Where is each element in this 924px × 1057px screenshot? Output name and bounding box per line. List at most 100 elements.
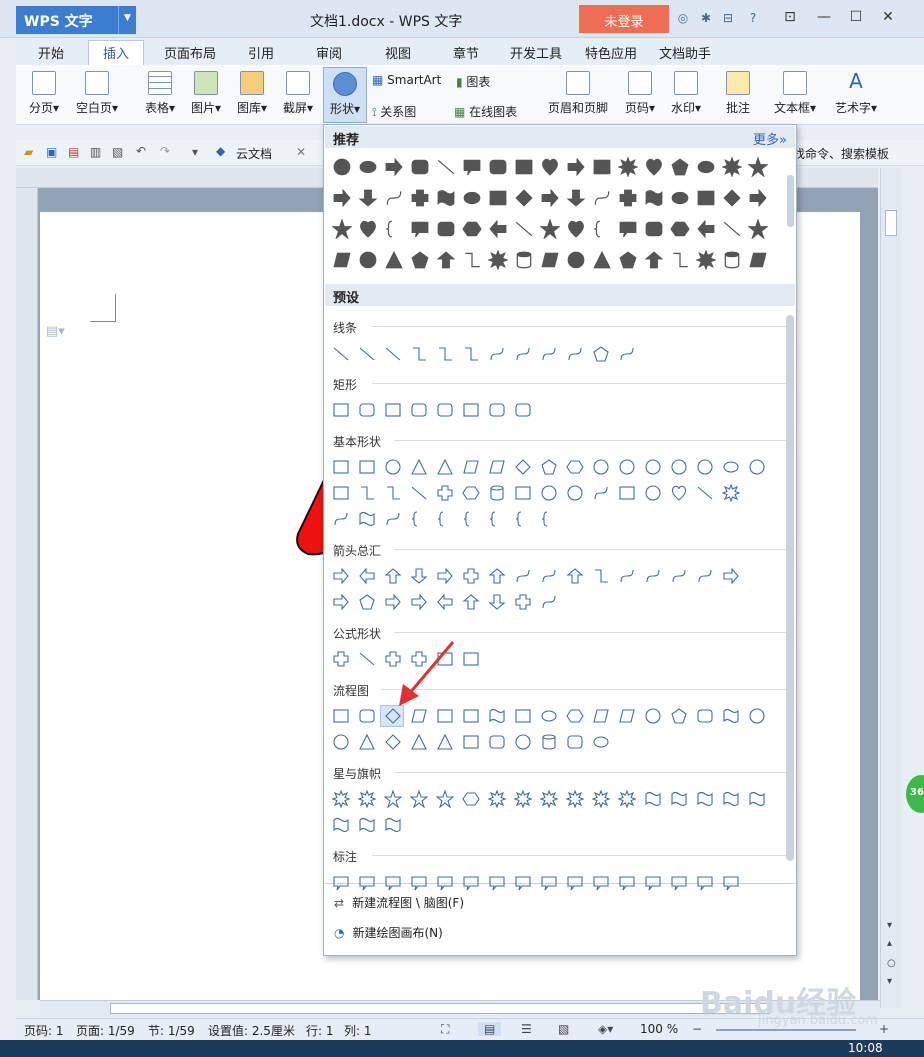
- circle-shape-icon[interactable]: [748, 458, 766, 476]
- pdf-icon[interactable]: ▤: [68, 145, 79, 159]
- tab-start[interactable]: 开始: [38, 43, 64, 62]
- darrow-shape-icon[interactable]: [410, 567, 428, 585]
- hex-shape-icon[interactable]: [462, 484, 480, 502]
- arrow-shape-icon[interactable]: [436, 567, 454, 585]
- rrect-shape-icon[interactable]: [358, 707, 376, 725]
- hscroll-thumb[interactable]: [110, 1003, 770, 1014]
- curve-shape-icon[interactable]: [514, 567, 532, 585]
- arrow-shape-icon[interactable]: [540, 188, 560, 208]
- rrect-shape-icon[interactable]: [488, 401, 506, 419]
- rect-shape-icon[interactable]: [436, 707, 454, 725]
- line-shape-icon[interactable]: [410, 484, 428, 502]
- elbow-shape-icon[interactable]: [592, 567, 610, 585]
- rrect-shape-icon[interactable]: [410, 401, 428, 419]
- elbow-shape-icon[interactable]: [462, 345, 480, 363]
- star-shape-icon[interactable]: [540, 219, 560, 239]
- hex-shape-icon[interactable]: [566, 458, 584, 476]
- pent-shape-icon[interactable]: [670, 707, 688, 725]
- callout-shape-icon[interactable]: [644, 874, 662, 892]
- tab-insert[interactable]: 插入: [88, 40, 145, 66]
- smartart-button[interactable]: ▦ SmartArt: [372, 73, 441, 87]
- burst-shape-icon[interactable]: [358, 790, 376, 808]
- vertical-scrollbar[interactable]: ▾ ▴ ○ ▾: [880, 168, 902, 1008]
- elbow-shape-icon[interactable]: [436, 345, 454, 363]
- gallery-button[interactable]: 图库▾: [232, 71, 272, 116]
- wave-shape-icon[interactable]: [644, 790, 662, 808]
- page-number-button[interactable]: 页码▾: [618, 71, 662, 116]
- para-shape-icon[interactable]: [410, 707, 428, 725]
- larrow-shape-icon[interactable]: [696, 219, 716, 239]
- relation-chart-button[interactable]: ⟟ 关系图: [372, 103, 416, 120]
- circle-shape-icon[interactable]: [332, 733, 350, 751]
- diamond-shape-icon[interactable]: [514, 188, 534, 208]
- chart-button[interactable]: ▮ 图表: [456, 73, 490, 90]
- rect-shape-icon[interactable]: [384, 401, 402, 419]
- uarrow-shape-icon[interactable]: [384, 567, 402, 585]
- rect-shape-icon[interactable]: [618, 484, 636, 502]
- blank-page-button[interactable]: 空白页▾: [70, 71, 124, 116]
- plus-shape-icon[interactable]: [618, 188, 638, 208]
- outline-view-icon[interactable]: ☰: [521, 1022, 532, 1036]
- brace-shape-icon[interactable]: [462, 510, 480, 528]
- undo-icon[interactable]: ↶: [136, 144, 146, 158]
- callout-shape-icon[interactable]: [488, 874, 506, 892]
- tri-shape-icon[interactable]: [592, 250, 612, 270]
- para-shape-icon[interactable]: [488, 458, 506, 476]
- reading-view-icon[interactable]: ◈▾: [598, 1022, 613, 1036]
- restore-ribbon-button[interactable]: ⊡: [774, 6, 806, 32]
- open-icon[interactable]: ▰: [24, 145, 33, 159]
- burst-shape-icon[interactable]: [488, 790, 506, 808]
- vertical-ruler[interactable]: [16, 188, 38, 1000]
- zoom-slider[interactable]: [716, 1029, 856, 1031]
- elbow-shape-icon[interactable]: [410, 345, 428, 363]
- rect-shape-icon[interactable]: [332, 401, 350, 419]
- rect-shape-icon[interactable]: [332, 484, 350, 502]
- oval-shape-icon[interactable]: [696, 157, 716, 177]
- burst-shape-icon[interactable]: [566, 790, 584, 808]
- star-shape-icon[interactable]: [436, 790, 454, 808]
- textbox-button[interactable]: 文本框▾: [768, 71, 822, 116]
- rrect-shape-icon[interactable]: [644, 219, 664, 239]
- uarrow-shape-icon[interactable]: [462, 593, 480, 611]
- wave-shape-icon[interactable]: [436, 188, 456, 208]
- tri-shape-icon[interactable]: [410, 733, 428, 751]
- circle-shape-icon[interactable]: [618, 458, 636, 476]
- plus-shape-icon[interactable]: [436, 484, 454, 502]
- curve-shape-icon[interactable]: [332, 510, 350, 528]
- callout-shape-icon[interactable]: [332, 874, 350, 892]
- circle-shape-icon[interactable]: [644, 458, 662, 476]
- line-shape-icon[interactable]: [514, 219, 534, 239]
- wave-shape-icon[interactable]: [358, 816, 376, 834]
- line-shape-icon[interactable]: [358, 345, 376, 363]
- para-shape-icon[interactable]: [748, 250, 768, 270]
- hex-shape-icon[interactable]: [462, 219, 482, 239]
- pent-shape-icon[interactable]: [592, 345, 610, 363]
- oval-shape-icon[interactable]: [592, 733, 610, 751]
- diamond-shape-icon[interactable]: [722, 188, 742, 208]
- circle-shape-icon[interactable]: [696, 458, 714, 476]
- burst-shape-icon[interactable]: [540, 790, 558, 808]
- curve-shape-icon[interactable]: [566, 345, 584, 363]
- wave-shape-icon[interactable]: [670, 790, 688, 808]
- circle-shape-icon[interactable]: [644, 484, 662, 502]
- oval-shape-icon[interactable]: [462, 188, 482, 208]
- customize-icon[interactable]: ▾: [192, 145, 198, 159]
- brace-shape-icon[interactable]: [436, 510, 454, 528]
- uarrow-shape-icon[interactable]: [644, 250, 664, 270]
- heart-shape-icon[interactable]: [566, 219, 586, 239]
- hex-shape-icon[interactable]: [566, 707, 584, 725]
- arrow-shape-icon[interactable]: [332, 567, 350, 585]
- callout-shape-icon[interactable]: [436, 874, 454, 892]
- rrect-shape-icon[interactable]: [488, 733, 506, 751]
- tab-view[interactable]: 视图: [385, 43, 411, 62]
- curve-shape-icon[interactable]: [670, 567, 688, 585]
- rect-shape-icon[interactable]: [462, 401, 480, 419]
- wordart-button[interactable]: A 艺术字▾: [828, 71, 884, 116]
- zoom-in-icon[interactable]: +: [879, 1022, 889, 1036]
- full-screen-icon[interactable]: ⛶: [441, 1022, 449, 1037]
- arrow-shape-icon[interactable]: [748, 188, 768, 208]
- star-shape-icon[interactable]: [332, 219, 352, 239]
- star-shape-icon[interactable]: [748, 157, 768, 177]
- online-chart-button[interactable]: ▦ 在线图表: [454, 103, 517, 120]
- callout-shape-icon[interactable]: [410, 219, 430, 239]
